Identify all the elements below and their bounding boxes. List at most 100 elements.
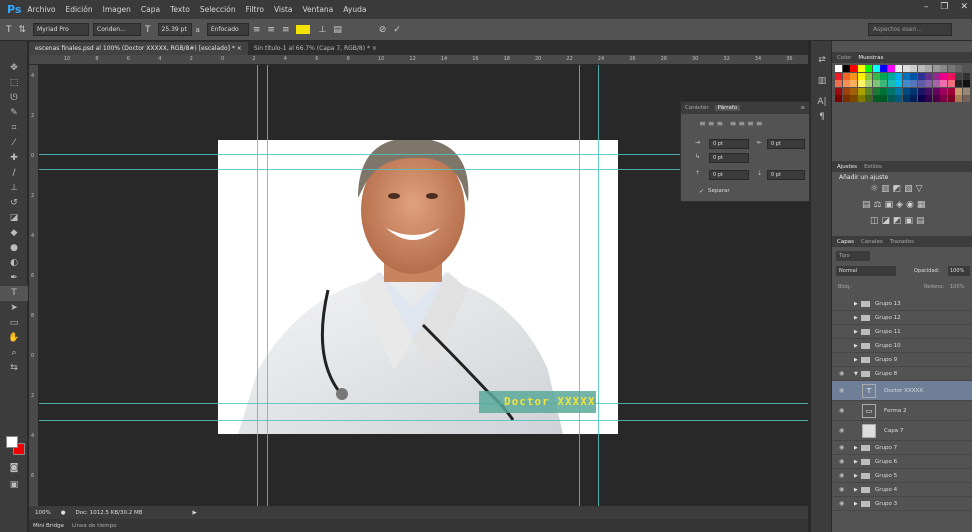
swatch-cell[interactable] [857,65,865,72]
layer-group-row[interactable]: ▶ Grupo 13 [832,297,972,311]
adjustment-icons-row1[interactable]: ☼▥◩▧▽ [870,184,926,194]
doctor-name-text[interactable]: Doctor XXXXX [504,395,595,408]
swatch-cell[interactable] [850,65,857,72]
tab-capas[interactable]: Capas [837,239,854,245]
swatch-cell[interactable] [962,87,970,95]
swatch-cell[interactable] [902,65,910,72]
hand-tool-icon[interactable]: ✋ [0,331,28,346]
expand-chevron-icon[interactable]: ▶ [854,469,858,483]
swatch-cell[interactable] [880,72,887,80]
space-after-field[interactable]: 0 pt [767,170,805,180]
swatch-cell[interactable] [895,95,902,102]
marquee-tool-icon[interactable]: ⬚ [0,76,28,91]
foreground-color[interactable] [6,436,18,448]
expand-chevron-icon[interactable]: ▶ [854,339,858,353]
swatch-cell[interactable] [850,95,857,102]
visibility-eye-icon[interactable]: ◉ [839,455,847,469]
layer-group-row[interactable]: ▶ Grupo 12 [832,311,972,325]
swatch-grid[interactable] [835,65,970,102]
swatch-cell[interactable] [910,65,917,72]
restore-icon[interactable]: ❐ [940,2,948,12]
doc-tab-escenas[interactable]: escenas finales.psd al 100% (Doctor XXXX… [29,42,248,55]
swatch-cell[interactable] [835,72,842,80]
eraser-tool-icon[interactable]: ◪ [0,211,28,226]
swatch-cell[interactable] [842,95,850,102]
stamp-tool-icon[interactable]: ⊥ [0,181,28,196]
visibility-eye-icon[interactable]: ◉ [839,483,847,497]
font-style-select[interactable]: Conden... [93,23,142,36]
tab-mini-bridge[interactable]: Mini Bridge [33,523,64,529]
history-brush-icon[interactable]: ↺ [0,196,28,211]
align-right-icon[interactable]: ≡ [282,25,290,35]
swatch-cell[interactable] [880,95,887,102]
tab-color[interactable]: Color [837,55,851,61]
doc-tab-sin-titulo[interactable]: Sin título-1 al 66.7% (Capa 7, RGB/8) * … [248,42,383,55]
menu-vista[interactable]: Vista [274,5,293,14]
swatch-cell[interactable] [947,80,955,87]
tab-canales[interactable]: Canales [861,239,883,245]
commit-icon[interactable]: ✓ [393,25,401,35]
shape-tool-icon[interactable]: ▭ [0,316,28,331]
swatch-cell[interactable] [865,80,872,87]
swatch-cell[interactable] [925,72,932,80]
dodge-tool-icon[interactable]: ◐ [0,256,28,271]
swatch-cell[interactable] [850,87,857,95]
align-left-icon[interactable]: ≡ [253,25,261,35]
swatch-cell[interactable] [842,80,850,87]
expand-chevron-icon[interactable]: ▶ [854,497,858,511]
swatch-cell[interactable] [895,80,902,87]
properties-panel-icon[interactable]: ▥ [811,74,833,89]
menu-edicion[interactable]: Edición [65,5,92,14]
swatch-cell[interactable] [880,80,887,87]
expand-chevron-icon[interactable]: ▼ [854,367,858,381]
tab-muestras[interactable]: Muestras [858,55,883,61]
swatch-cell[interactable] [955,95,962,102]
menu-seleccion[interactable]: Selección [200,5,236,14]
swatch-cell[interactable] [902,95,910,102]
font-size-select[interactable]: 25.39 pt [157,23,192,36]
swatch-cell[interactable] [947,95,955,102]
swatch-cell[interactable] [955,65,962,72]
font-family-select[interactable]: Myriad Pro [33,23,90,36]
swatch-cell[interactable] [962,65,970,72]
swatch-cell[interactable] [887,72,895,80]
guide-v1[interactable] [257,65,258,506]
menu-filtro[interactable]: Filtro [246,5,264,14]
gradient-tool-icon[interactable]: ◆ [0,226,28,241]
close-icon[interactable]: ✕ [960,2,968,12]
blur-tool-icon[interactable]: ● [0,241,28,256]
layer-group-row[interactable]: ▶ Grupo 9 [832,353,972,367]
swatch-cell[interactable] [872,87,880,95]
swatch-cell[interactable] [955,80,962,87]
swatch-cell[interactable] [947,72,955,80]
swatch-cell[interactable] [955,72,962,80]
swatch-cell[interactable] [835,65,842,72]
swatch-cell[interactable] [940,95,947,102]
swatch-cell[interactable] [932,87,940,95]
layer-group-row[interactable]: ◉ ▶ Grupo 4 [832,483,972,497]
swatch-cell[interactable] [940,72,947,80]
swatch-cell[interactable] [880,87,887,95]
swatch-cell[interactable] [857,80,865,87]
swatch-cell[interactable] [910,80,917,87]
menu-archivo[interactable]: Archivo [27,5,55,14]
expand-chevron-icon[interactable]: ▶ [854,441,858,455]
swatch-cell[interactable] [940,65,947,72]
swatch-cell[interactable] [962,72,970,80]
swatch-cell[interactable] [917,95,925,102]
swatch-cell[interactable] [902,87,910,95]
layer-group-row[interactable]: ◉ ▶ Grupo 7 [832,441,972,455]
visibility-eye-icon[interactable]: ◉ [839,497,847,511]
swatch-cell[interactable] [932,95,940,102]
swatch-cell[interactable] [910,95,917,102]
swatch-cell[interactable] [842,72,850,80]
swatch-cell[interactable] [872,72,880,80]
visibility-eye-icon[interactable]: ◉ [839,441,847,455]
adjustment-icons-row2[interactable]: ▤⚖▣◈◉▦ [862,200,928,210]
adjustment-icons-row3[interactable]: ◫◪◩▣▤ [870,216,928,226]
layer-group-row[interactable]: ◉ ▶ Grupo 5 [832,469,972,483]
swatch-cell[interactable] [925,80,932,87]
swatch-cell[interactable] [835,80,842,87]
swatch-cell[interactable] [895,65,902,72]
guide-h3[interactable] [39,403,808,404]
